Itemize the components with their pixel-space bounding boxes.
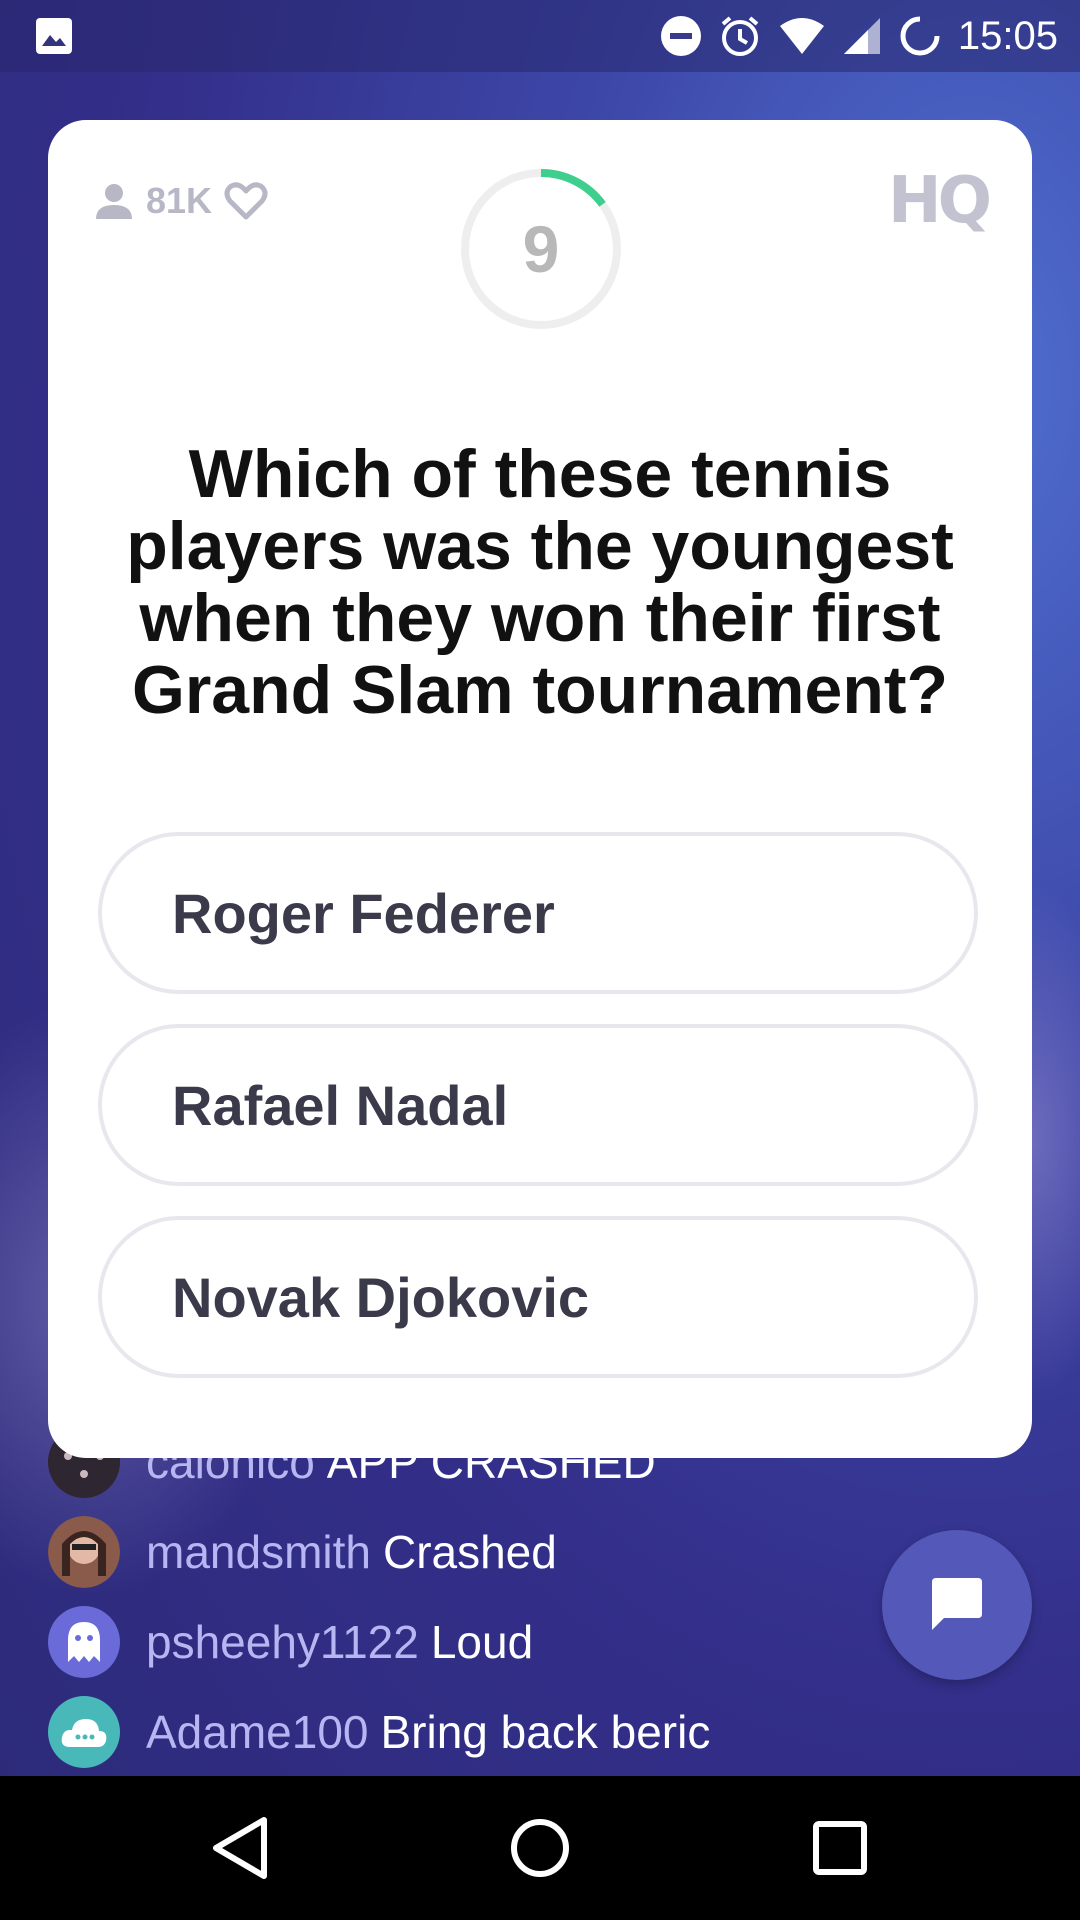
chat-message: Adame100 Bring back beric [48, 1694, 710, 1770]
back-icon[interactable] [198, 1806, 282, 1890]
answer-label: Rafael Nadal [172, 1073, 509, 1137]
viewer-count: 81K [94, 180, 268, 222]
chat-message: psheehy1122 Loud [48, 1604, 533, 1680]
status-bar: 15:05 [0, 0, 1080, 72]
recents-icon[interactable] [798, 1806, 882, 1890]
navigation-bar [0, 1776, 1080, 1920]
alarm-icon [721, 16, 759, 56]
clock-time: 15:05 [957, 13, 1058, 58]
countdown-timer: 9 [458, 166, 624, 332]
question-card: 81K 9 HQ Which of these tennis players w… [48, 120, 1032, 1458]
cloud-avatar-icon [48, 1696, 120, 1768]
heart-icon[interactable] [224, 181, 268, 221]
do-not-disturb-icon [660, 16, 701, 56]
chat-username[interactable]: Adame100 [146, 1706, 369, 1758]
sync-icon [900, 16, 940, 56]
image-icon [36, 18, 72, 54]
person-icon [96, 184, 132, 219]
answer-option-1[interactable]: Roger Federer [98, 832, 978, 994]
question-text: Which of these tennis players was the yo… [126, 436, 954, 728]
chat-message-text: Bring back beric [380, 1706, 711, 1758]
ghost-avatar-icon [48, 1606, 120, 1678]
chat-username[interactable]: mandsmith [146, 1526, 371, 1578]
chat-bubble-icon [932, 1578, 982, 1630]
chat-button[interactable] [882, 1530, 1032, 1680]
chat-message-text: Loud [430, 1616, 534, 1668]
chat-message-text: Crashed [382, 1526, 557, 1578]
viewer-count-label: 81K [146, 180, 213, 221]
home-icon[interactable] [498, 1806, 582, 1890]
timer-seconds: 9 [522, 212, 560, 286]
chat-username[interactable]: psheehy1122 [146, 1616, 419, 1668]
signal-icon [843, 18, 880, 54]
answer-label: Novak Djokovic [172, 1265, 590, 1329]
hq-trivia-screen: 15:05 81K 9 HQ Which of these tennis pla… [0, 0, 1080, 1920]
hq-logo: HQ [888, 164, 992, 238]
answer-label: Roger Federer [172, 881, 555, 945]
wifi-icon [779, 18, 824, 54]
avatar [48, 1516, 120, 1588]
answer-option-2[interactable]: Rafael Nadal [98, 1024, 978, 1186]
chat-message: mandsmith Crashed [48, 1514, 557, 1590]
answer-option-3[interactable]: Novak Djokovic [98, 1216, 978, 1378]
